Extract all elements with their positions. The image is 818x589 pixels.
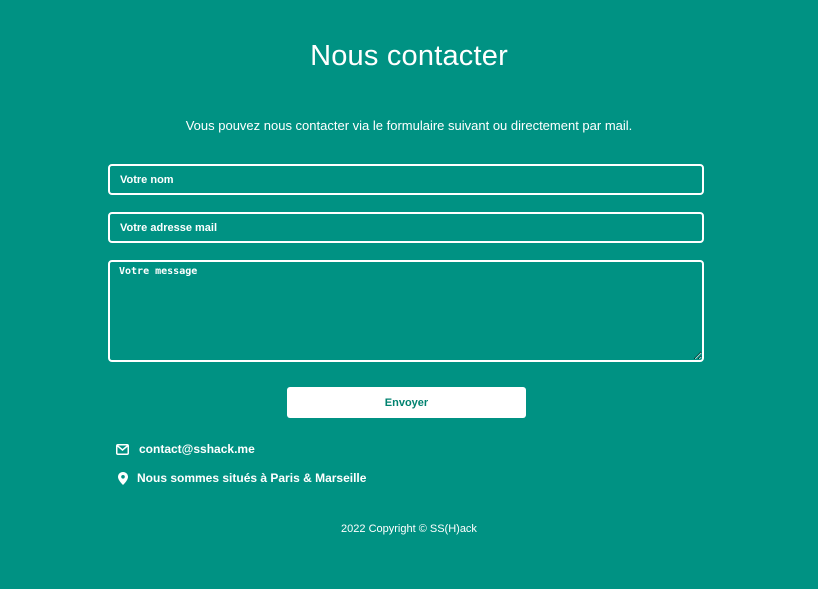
contact-location-line: Nous sommes situés à Paris & Marseille — [116, 471, 366, 485]
contact-page: Nous contacter Vous pouvez nous contacte… — [0, 0, 818, 589]
page-subtitle: Vous pouvez nous contacter via le formul… — [185, 118, 633, 133]
name-input[interactable] — [108, 164, 704, 195]
contact-email-link[interactable]: contact@sshack.me — [139, 442, 255, 456]
send-button[interactable]: Envoyer — [287, 387, 526, 418]
contact-location-text: Nous sommes situés à Paris & Marseille — [137, 471, 367, 485]
contact-email-line: contact@sshack.me — [116, 442, 255, 456]
map-marker-icon — [116, 471, 129, 485]
envelope-icon — [116, 443, 129, 456]
email-input[interactable] — [108, 212, 704, 243]
page-title: Nous contacter — [310, 40, 508, 72]
message-textarea[interactable] — [108, 260, 704, 362]
footer-copyright: 2022 Copyright © SS(H)ack — [341, 523, 477, 535]
